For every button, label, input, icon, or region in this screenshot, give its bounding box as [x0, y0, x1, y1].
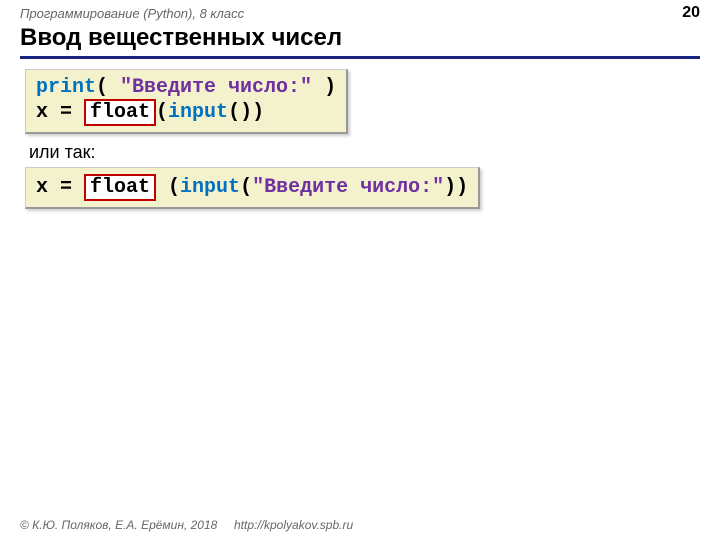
copyright: © К.Ю. Поляков, Е.А. Ерёмин, 2018: [20, 518, 217, 532]
paren: )): [444, 176, 468, 199]
keyword-print: print: [36, 76, 96, 99]
paren: (: [156, 101, 168, 124]
or-label: или так:: [29, 142, 695, 163]
footer-url: http://kpolyakov.spb.ru: [234, 518, 353, 532]
footer: © К.Ю. Поляков, Е.А. Ерёмин, 2018 http:/…: [20, 518, 353, 532]
code-block-1: print( "Введите число:" ) x = float(inpu…: [25, 69, 348, 134]
string-literal: "Введите число:": [120, 76, 312, 99]
float-highlight: float: [84, 174, 156, 201]
assign-prefix: x =: [36, 176, 84, 199]
paren: ): [312, 76, 336, 99]
keyword-input: input: [168, 101, 228, 124]
paren: (: [96, 76, 120, 99]
page-number: 20: [682, 4, 700, 22]
code-block-2: x = float (input("Введите число:")): [25, 167, 480, 209]
keyword-input: input: [180, 176, 240, 199]
page-title: Ввод вещественных чисел: [20, 24, 342, 51]
assign-prefix: x =: [36, 101, 84, 124]
paren: ()): [228, 101, 264, 124]
space-paren: (: [156, 176, 180, 199]
string-literal: "Введите число:": [252, 176, 444, 199]
course-label: Программирование (Python), 8 класс: [20, 6, 244, 21]
header-bar: Программирование (Python), 8 класс 20: [0, 0, 720, 22]
paren: (: [240, 176, 252, 199]
title-block: Ввод вещественных чисел: [20, 24, 700, 59]
float-highlight: float: [84, 99, 156, 126]
content-area: print( "Введите число:" ) x = float(inpu…: [0, 59, 720, 219]
